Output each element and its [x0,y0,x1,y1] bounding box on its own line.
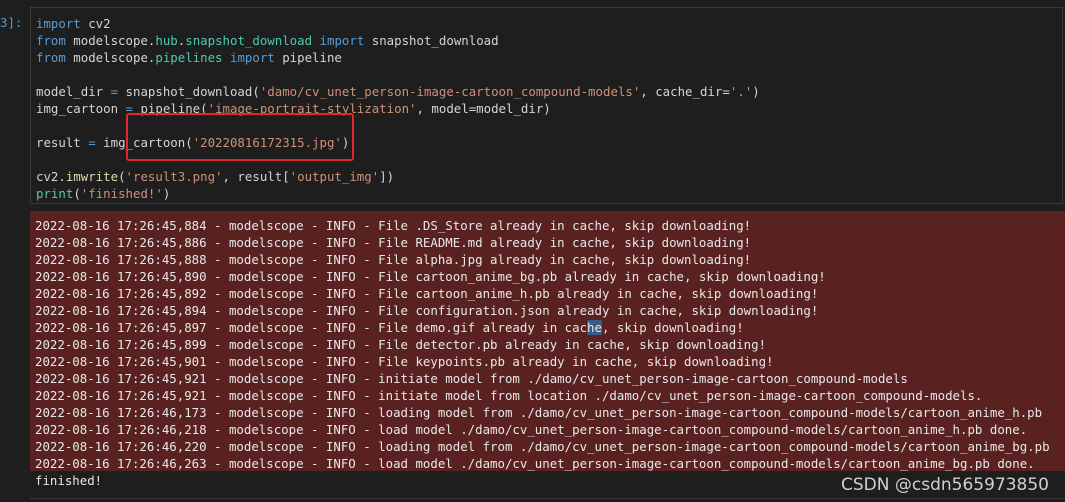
code-line: print('finished!') [36,185,760,202]
code-token: = [110,84,119,99]
code-token: = [88,135,96,150]
code-token: import [36,16,81,31]
code-token: 'result3.png' [125,169,223,184]
code-line: from modelscope.hub.snapshot_download im… [36,32,760,49]
code-token: imwrite [65,169,119,184]
log-text: , skip downloading! [601,320,744,335]
code-token: model_dir [36,84,111,99]
log-line: 2022-08-16 17:26:45,886 - modelscope - I… [35,235,752,250]
code-token: snapshot_download( [118,84,260,99]
log-line: 2022-08-16 17:26:45,901 - modelscope - I… [35,354,774,369]
log-line: 2022-08-16 17:26:45,894 - modelscope - I… [35,303,819,318]
log-line: 2022-08-16 17:26:45,884 - modelscope - I… [35,218,752,233]
log-output: 2022-08-16 17:26:45,884 - modelscope - I… [35,217,1050,472]
code-token: img_cartoon [36,101,126,116]
code-token: pipeline [274,50,342,65]
code-token: cv2. [36,169,66,184]
code-token: '.' [729,84,753,99]
code-token: import [319,33,365,48]
code-token: hub [155,33,178,48]
log-line: 2022-08-16 17:26:46,173 - modelscope - I… [35,405,1043,420]
code-token: ( [118,169,126,184]
log-line: 2022-08-16 17:26:46,263 - modelscope - I… [35,456,1035,471]
csdn-watermark: CSDN @csdn565973850 [841,475,1049,495]
code-token: cv2 [80,16,111,31]
log-line: 2022-08-16 17:26:45,888 - modelscope - I… [35,252,752,267]
log-line: 2022-08-16 17:26:45,899 - modelscope - I… [35,337,767,352]
code-editor[interactable]: import cv2 from modelscope.hub.snapshot_… [36,15,760,202]
log-line: 2022-08-16 17:26:45,892 - modelscope - I… [35,286,819,301]
log-line: 2022-08-16 17:26:45,897 - modelscope - I… [35,319,1050,336]
code-token: 'damo/cv_unet_person-image-cartoon_compo… [259,84,641,99]
code-token: from [36,33,66,48]
code-line: cv2.imwrite('result3.png', result['outpu… [36,168,760,185]
code-cell-input[interactable]: import cv2 from modelscope.hub.snapshot_… [30,7,1063,204]
cell-output-stderr: 2022-08-16 17:26:45,884 - modelscope - I… [30,211,1065,471]
cell-prompt: 3]: [0,15,23,30]
code-token: , model=model_dir) [416,101,551,116]
code-token: import [229,50,275,65]
code-token: 'output_img' [289,169,380,184]
code-token: , cache_dir= [640,84,730,99]
code-token: print [36,186,74,201]
log-line: 2022-08-16 17:26:45,890 - modelscope - I… [35,269,826,284]
log-line: 2022-08-16 17:26:45,921 - modelscope - I… [35,388,983,403]
code-line: from modelscope.pipelines import pipelin… [36,49,760,66]
code-token: pipelines [155,50,223,65]
code-token: snapshot_download [364,33,499,48]
code-token: from [36,50,66,65]
code-token: ) [752,84,760,99]
red-highlight-annotation [126,113,354,161]
code-token: result [36,135,89,150]
text-selection: he [587,320,602,335]
log-line: 2022-08-16 17:26:46,218 - modelscope - I… [35,422,1028,437]
code-token: ]) [379,169,395,184]
log-line: 2022-08-16 17:26:45,921 - modelscope - I… [35,371,908,386]
log-line: 2022-08-16 17:26:46,220 - modelscope - I… [35,439,1050,454]
code-token: 'finished!' [80,186,163,201]
code-token: ( [73,186,81,201]
code-token: , result[ [222,169,290,184]
code-token: ) [162,186,171,201]
code-line: import cv2 [36,15,760,32]
cell-divider [30,498,1065,499]
code-line: model_dir = snapshot_download('damo/cv_u… [36,83,760,100]
code-token: snapshot_download [185,33,313,48]
log-text: 2022-08-16 17:26:45,897 - modelscope - I… [35,320,588,335]
code-token: modelscope. [65,50,156,65]
code-token: modelscope. [65,33,156,48]
stdout-finished: finished! [35,473,103,488]
